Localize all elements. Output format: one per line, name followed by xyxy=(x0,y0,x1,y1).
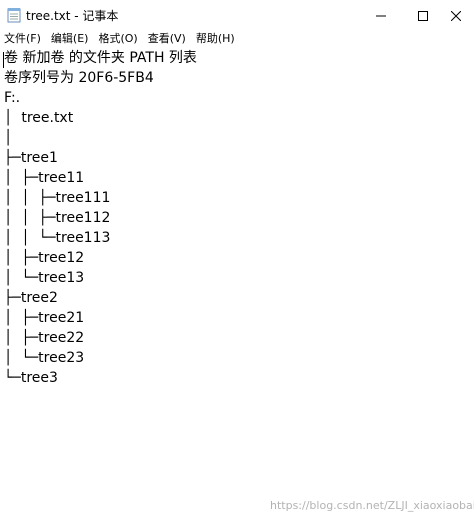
notepad-window: tree.txt - 记事本 文件(F) 编辑(E) 格式(O) 查看(V) 帮… xyxy=(0,0,474,519)
text-line: │ └─tree13 xyxy=(4,270,85,286)
text-line: ├─tree2 xyxy=(4,290,58,306)
maximize-icon xyxy=(418,6,428,25)
text-line: │ │ └─tree113 xyxy=(4,230,111,246)
menu-file[interactable]: 文件(F) xyxy=(0,30,46,48)
text-line: 卷 新加卷 的文件夹 PATH 列表 xyxy=(4,50,197,66)
menu-edit[interactable]: 编辑(E) xyxy=(46,30,94,48)
menu-help[interactable]: 帮助(H) xyxy=(191,30,240,48)
menu-bar: 文件(F) 编辑(E) 格式(O) 查看(V) 帮助(H) xyxy=(0,30,474,48)
text-line: │ ├─tree22 xyxy=(4,330,85,346)
minimize-button[interactable] xyxy=(358,0,404,30)
text-line: │ xyxy=(4,130,13,146)
watermark: https://blog.csdn.net/ZLJI_xiaoxiaobai xyxy=(270,499,474,512)
close-icon xyxy=(450,6,461,25)
notepad-icon xyxy=(7,7,21,23)
minimize-icon xyxy=(376,6,386,25)
menu-format[interactable]: 格式(O) xyxy=(93,30,142,48)
text-line: │ tree.txt xyxy=(4,110,74,126)
close-button[interactable] xyxy=(437,0,474,30)
text-line: │ │ ├─tree111 xyxy=(4,190,111,206)
text-line: │ ├─tree11 xyxy=(4,170,85,186)
window-title: tree.txt - 记事本 xyxy=(26,9,119,23)
text-line: │ └─tree23 xyxy=(4,350,85,366)
text-line: │ ├─tree12 xyxy=(4,250,85,266)
text-line: │ │ ├─tree112 xyxy=(4,210,111,226)
text-line: │ ├─tree21 xyxy=(4,310,85,326)
text-editor-area[interactable]: 卷 新加卷 的文件夹 PATH 列表 卷序列号为 20F6-5FB4 F:. │… xyxy=(0,48,474,519)
menu-view[interactable]: 查看(V) xyxy=(143,30,191,48)
text-line: 卷序列号为 20F6-5FB4 xyxy=(4,70,154,86)
text-line: └─tree3 xyxy=(4,370,58,386)
title-bar[interactable]: tree.txt - 记事本 xyxy=(0,0,474,30)
text-line: ├─tree1 xyxy=(4,150,58,166)
text-caret xyxy=(3,52,4,68)
text-line: F:. xyxy=(4,90,21,106)
